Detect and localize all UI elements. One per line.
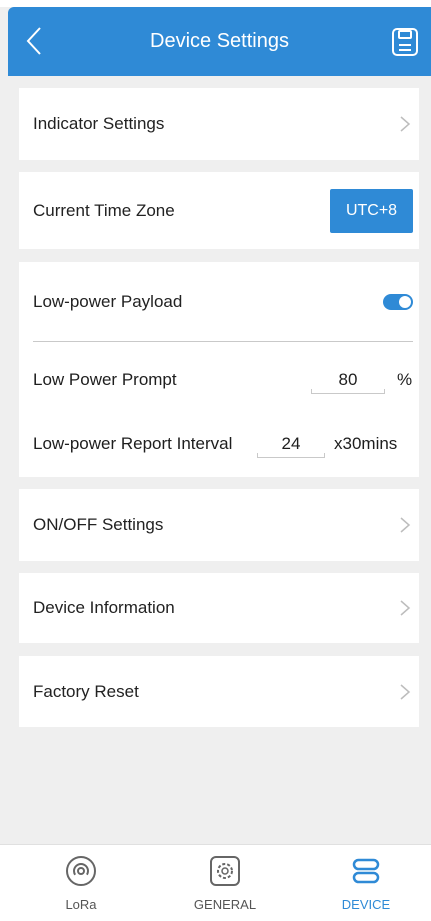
nav-item-device[interactable]: DEVICE — [311, 845, 421, 921]
signal-icon — [66, 856, 96, 886]
onoff-settings-item[interactable]: ON/OFF Settings — [19, 489, 419, 561]
low-power-prompt-label: Low Power Prompt — [33, 370, 177, 389]
page-title: Device Settings — [150, 30, 289, 52]
low-power-prompt-input[interactable]: 80 — [311, 370, 385, 394]
factory-reset-label: Factory Reset — [33, 681, 139, 701]
nav-label-lora: LoRa — [65, 897, 97, 912]
save-button[interactable] — [391, 27, 419, 57]
chevron-right-icon — [400, 600, 411, 616]
device-information-item[interactable]: Device Information — [19, 573, 419, 643]
divider — [33, 341, 413, 342]
nav-label-device: DEVICE — [341, 897, 391, 912]
low-power-payload-toggle[interactable] — [383, 293, 413, 310]
low-power-interval-value: 24 — [281, 434, 301, 453]
chevron-right-icon — [400, 517, 411, 533]
time-zone-label: Current Time Zone — [33, 200, 175, 220]
chevron-right-icon — [400, 116, 411, 132]
low-power-interval-unit: x30mins — [334, 434, 398, 453]
low-power-card: Low-power Payload Low Power Prompt 80 % … — [19, 262, 419, 477]
nav-item-general[interactable]: GENERAL — [170, 845, 280, 921]
low-power-interval-input[interactable]: 24 — [257, 434, 325, 458]
time-zone-button[interactable]: UTC+8 — [330, 188, 413, 233]
device-information-label: Device Information — [33, 598, 175, 617]
indicator-settings-item[interactable]: Indicator Settings — [19, 88, 419, 160]
toggles-icon — [352, 858, 380, 884]
nav-label-general: GENERAL — [193, 897, 257, 912]
save-icon — [392, 28, 418, 56]
low-power-interval-label: Low-power Report Interval — [33, 434, 233, 453]
status-bar-edge — [0, 0, 431, 7]
input-underline — [257, 453, 325, 458]
indicator-settings-label: Indicator Settings — [33, 114, 165, 133]
bottom-nav: LoRa GENERAL DEVICE — [0, 844, 431, 921]
chevron-right-icon — [400, 683, 411, 700]
toggle-knob — [399, 295, 411, 308]
low-power-prompt-unit: % — [397, 370, 413, 389]
nav-item-lora[interactable]: LoRa — [26, 845, 136, 921]
gear-icon — [210, 856, 240, 886]
input-underline — [311, 389, 385, 394]
chevron-left-icon — [26, 27, 41, 55]
time-zone-card: Current Time Zone UTC+8 — [19, 172, 419, 249]
factory-reset-item[interactable]: Factory Reset — [19, 656, 419, 727]
low-power-payload-label: Low-power Payload — [33, 291, 183, 311]
back-button[interactable] — [22, 25, 46, 57]
app-header: Device Settings — [8, 7, 431, 76]
onoff-settings-label: ON/OFF Settings — [33, 515, 164, 534]
low-power-prompt-value: 80 — [338, 370, 358, 389]
